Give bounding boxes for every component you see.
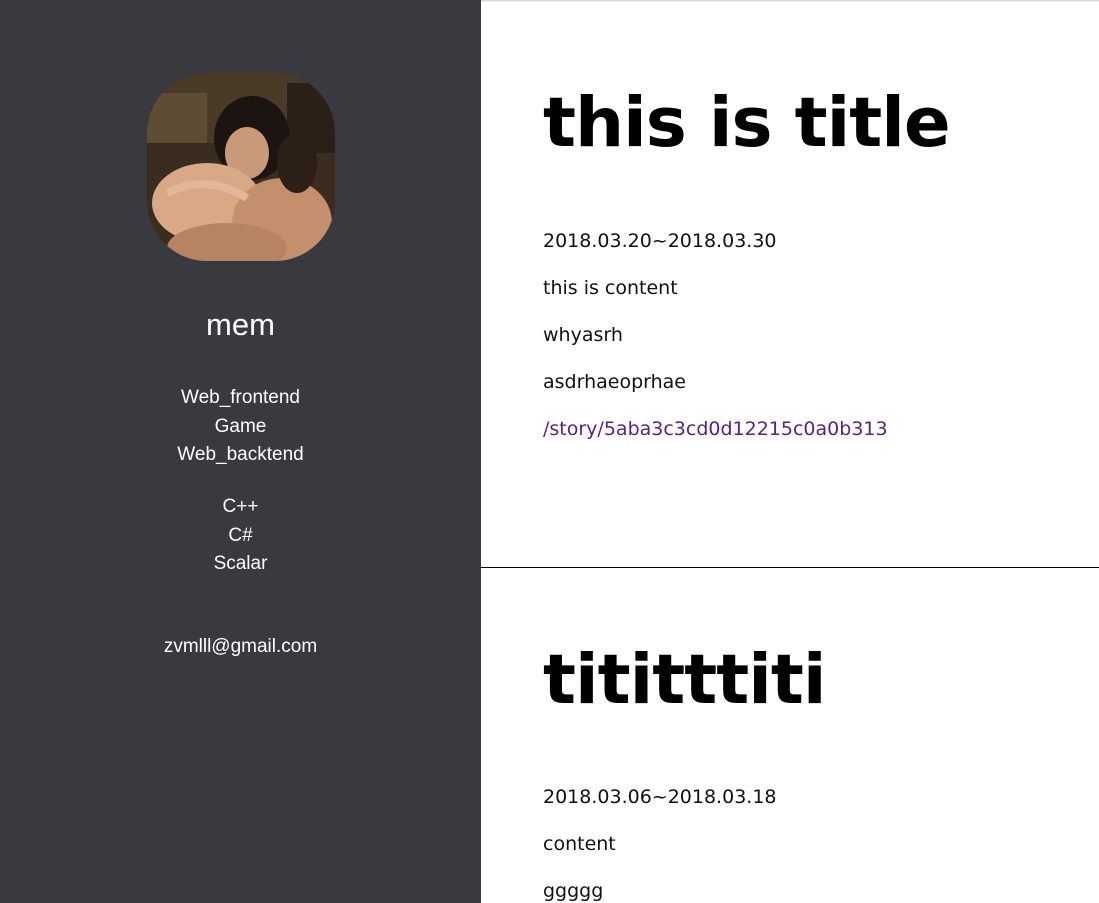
post-content-line: ggggg: [543, 880, 604, 902]
language-item: C++: [222, 496, 259, 517]
posts-feed: this is title 2018.03.20~2018.03.30 this…: [481, 0, 1099, 903]
post-link-line: /story/5aba3c3cd0d12215c0a0b313: [543, 416, 888, 442]
avatar-photo: [147, 73, 335, 261]
interest-item: Web_backtend: [177, 444, 304, 465]
post-content-line: content: [543, 833, 616, 855]
post-card: tititttiti 2018.03.06~2018.03.18 content…: [481, 568, 1099, 903]
interest-item: Game: [214, 415, 267, 437]
language-item: Scalar: [213, 553, 268, 574]
languages-list: C++ C# Scalar: [0, 493, 481, 579]
post-content-line: this is content: [543, 277, 678, 299]
post-card: this is title 2018.03.20~2018.03.30 this…: [481, 0, 1099, 568]
avatar: [147, 73, 335, 261]
interest-item: Web_frontend: [180, 387, 300, 408]
profile-email: zvmlll@gmail.com: [163, 636, 318, 657]
post-date: 2018.03.06~2018.03.18: [543, 786, 777, 808]
post-link[interactable]: /story/5aba3c3cd0d12215c0a0b313: [543, 418, 888, 440]
language-item: C#: [228, 524, 253, 546]
post-date: 2018.03.20~2018.03.30: [543, 230, 777, 252]
profile-name: mem: [206, 307, 275, 342]
profile-sidebar: mem Web_frontend Game Web_backtend C++ C…: [0, 0, 481, 903]
post-content-line: whyasrh: [543, 324, 623, 346]
post-title: this is title: [543, 83, 951, 163]
post-title: tititttiti: [543, 640, 827, 720]
post-content-line: asdrhaeoprhae: [543, 371, 686, 393]
interests-list: Web_frontend Game Web_backtend: [0, 384, 481, 470]
